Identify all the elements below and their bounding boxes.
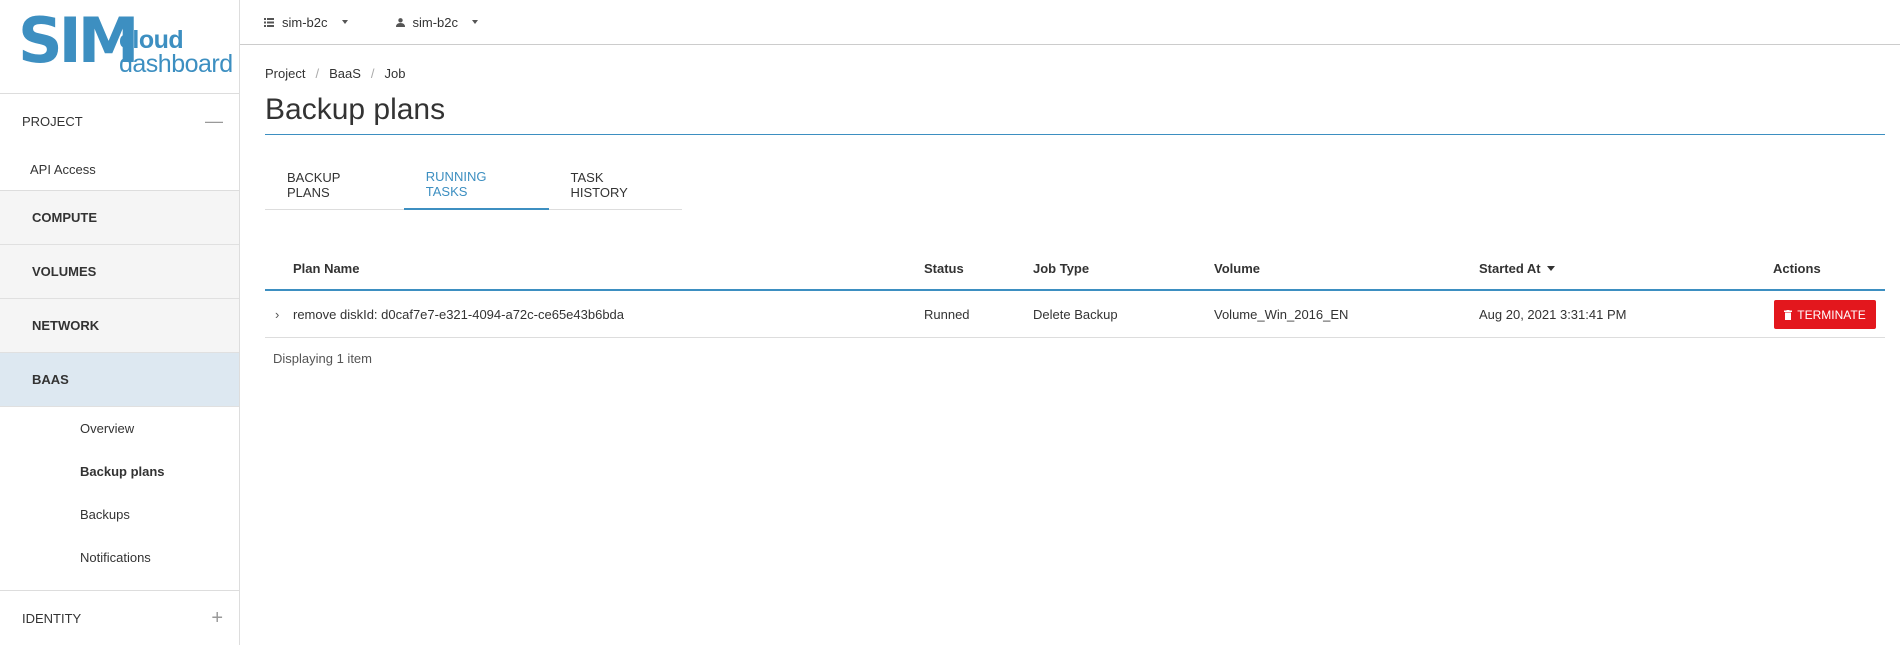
sidebar-category-volumes[interactable]: VOLUMES: [0, 245, 239, 299]
sidebar: SIM cloud dashboard PROJECT — API Access…: [0, 0, 240, 645]
cell-started-at: Aug 20, 2021 3:31:41 PM: [1479, 306, 1627, 322]
sidebar-item-overview[interactable]: Overview: [0, 407, 239, 450]
breadcrumb-separator: /: [370, 66, 375, 81]
brand-logo[interactable]: SIM cloud dashboard: [0, 0, 239, 94]
table-footer: Displaying 1 item: [273, 350, 372, 366]
trash-icon: [1784, 309, 1793, 320]
chevron-down-icon: [472, 20, 479, 24]
column-header-volume[interactable]: Volume: [1214, 261, 1260, 276]
column-header-actions: Actions: [1773, 260, 1821, 276]
sidebar-section-label: IDENTITY: [22, 610, 82, 626]
chevron-right-icon[interactable]: ›: [275, 307, 279, 322]
sidebar-section-label: PROJECT: [22, 113, 83, 129]
list-icon: [264, 17, 274, 27]
logo-sim-text: SIM: [18, 4, 139, 77]
terminate-button[interactable]: TERMINATE: [1774, 300, 1876, 329]
sidebar-category-compute[interactable]: COMPUTE: [0, 191, 239, 245]
terminate-button-label: TERMINATE: [1797, 307, 1866, 322]
logo-dashboard-text: dashboard: [119, 50, 233, 78]
sidebar-item-api-access[interactable]: API Access: [0, 148, 239, 191]
sidebar-item-backups[interactable]: Backups: [0, 493, 239, 536]
user-selector[interactable]: sim-b2c: [395, 14, 479, 30]
cell-plan-name: remove diskId: d0caf7e7-e321-4094-a72c-c…: [293, 306, 625, 322]
page-title: Backup plans: [265, 93, 446, 126]
title-divider: [265, 134, 1885, 135]
main-content: Project / BaaS / Job Backup plans BACKUP…: [265, 45, 1885, 378]
sort-descending-icon: [1546, 265, 1555, 271]
tab-running-tasks[interactable]: RUNNING TASKS: [403, 160, 549, 210]
tab-bar: BACKUP PLANS RUNNING TASKS TASK HISTORY: [265, 160, 682, 210]
project-selector-label: sim-b2c: [282, 14, 328, 30]
table-header: Plan Name Status Job Type Volume Started…: [265, 247, 1885, 291]
chevron-down-icon: [341, 20, 348, 24]
column-header-job-type[interactable]: Job Type: [1033, 261, 1089, 276]
column-header-plan-name[interactable]: Plan Name: [293, 261, 359, 276]
tab-backup-plans[interactable]: BACKUP PLANS: [265, 160, 404, 210]
cell-job-type: Delete Backup: [1033, 306, 1118, 322]
cell-volume: Volume_Win_2016_EN: [1214, 306, 1349, 322]
running-tasks-table: Plan Name Status Job Type Volume Started…: [265, 247, 1885, 378]
collapse-icon[interactable]: —: [205, 111, 223, 132]
user-icon: [395, 17, 405, 27]
column-header-label: Started At: [1479, 260, 1541, 276]
column-header-started-at[interactable]: Started At: [1479, 261, 1555, 276]
breadcrumb-project[interactable]: Project: [265, 66, 305, 81]
breadcrumb-separator: /: [315, 66, 320, 81]
sidebar-item-notifications[interactable]: Notifications: [0, 536, 239, 579]
sidebar-category-network[interactable]: NETWORK: [0, 299, 239, 353]
tab-task-history[interactable]: TASK HISTORY: [549, 160, 683, 210]
project-selector[interactable]: sim-b2c: [264, 15, 348, 30]
sidebar-section-project[interactable]: PROJECT —: [0, 94, 239, 148]
user-selector-label: sim-b2c: [412, 14, 459, 30]
cell-status: Runned: [924, 306, 970, 322]
breadcrumb-baas[interactable]: BaaS: [329, 66, 361, 81]
sidebar-category-baas[interactable]: BAAS: [0, 353, 239, 407]
topbar: sim-b2c sim-b2c: [240, 0, 1900, 45]
sidebar-section-identity[interactable]: IDENTITY +: [0, 590, 239, 645]
breadcrumb-job: Job: [384, 66, 406, 81]
table-row: › remove diskId: d0caf7e7-e321-4094-a72c…: [265, 291, 1885, 338]
breadcrumb: Project / BaaS / Job: [265, 66, 1885, 81]
expand-icon[interactable]: +: [211, 607, 223, 630]
column-header-status[interactable]: Status: [924, 261, 964, 276]
sidebar-item-backup-plans[interactable]: Backup plans: [0, 450, 239, 493]
